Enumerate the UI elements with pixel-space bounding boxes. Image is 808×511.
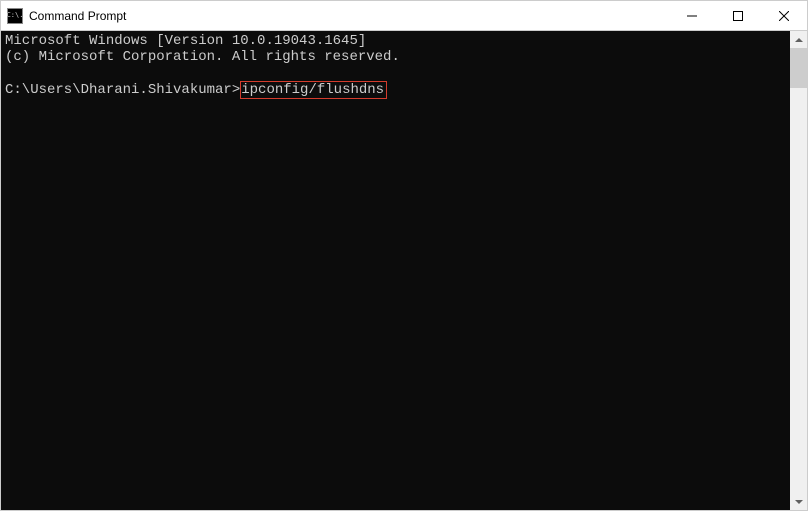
scroll-up-button[interactable] [790, 31, 807, 48]
scroll-thumb[interactable] [790, 48, 807, 88]
maximize-button[interactable] [715, 1, 761, 30]
window-controls [669, 1, 807, 30]
window-title: Command Prompt [29, 9, 126, 23]
command-text: ipconfig/flushdns [240, 81, 387, 99]
app-icon-glyph: C:\. [7, 12, 24, 19]
copyright-line: (c) Microsoft Corporation. All rights re… [5, 49, 400, 65]
titlebar: C:\. Command Prompt [0, 0, 808, 30]
terminal-area[interactable]: Microsoft Windows [Version 10.0.19043.16… [1, 31, 790, 510]
version-line: Microsoft Windows [Version 10.0.19043.16… [5, 33, 366, 49]
minimize-button[interactable] [669, 1, 715, 30]
scroll-down-button[interactable] [790, 493, 807, 510]
command-prompt-icon: C:\. [7, 8, 23, 24]
vertical-scrollbar[interactable] [790, 31, 807, 510]
titlebar-left: C:\. Command Prompt [7, 8, 126, 24]
close-button[interactable] [761, 1, 807, 30]
prompt-text: C:\Users\Dharani.Shivakumar> [5, 82, 240, 98]
scroll-track[interactable] [790, 48, 807, 493]
client-area: Microsoft Windows [Version 10.0.19043.16… [0, 30, 808, 511]
